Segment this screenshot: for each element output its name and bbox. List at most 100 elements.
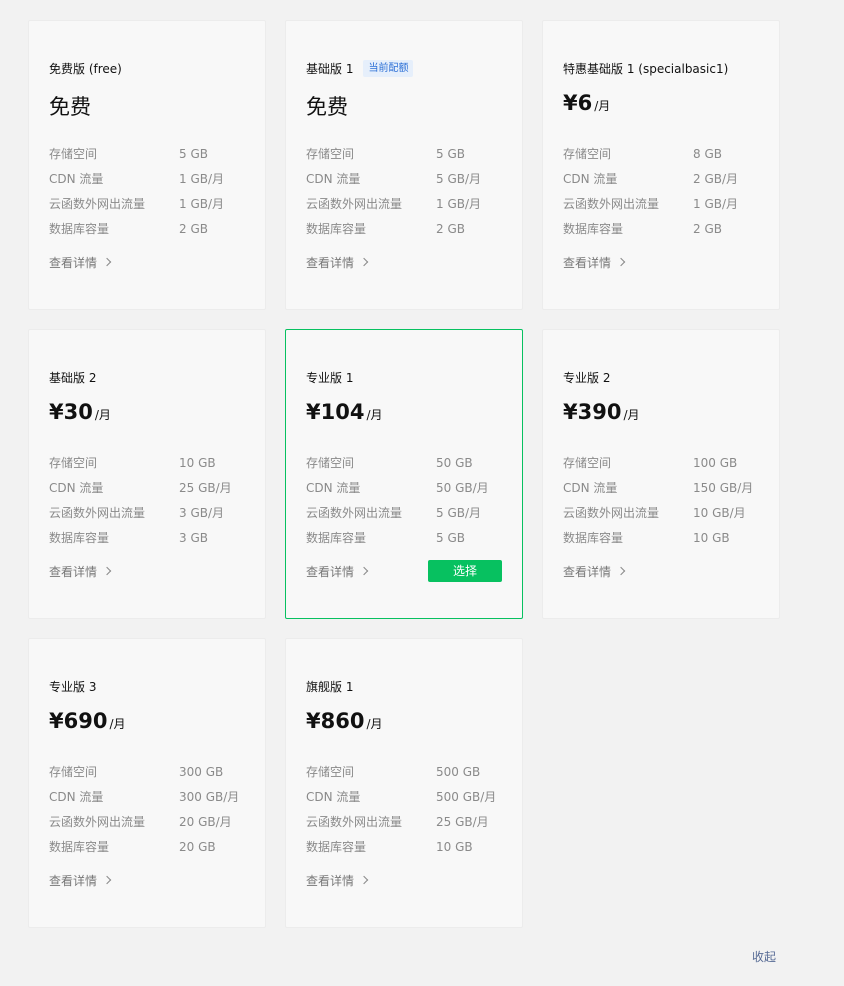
spec-label: 存储空间 <box>49 765 98 779</box>
spec-database: 数据库容量 10 GB <box>306 834 502 859</box>
plan-card-pro2[interactable]: 专业版 2 ¥390/月 存储空间 100 GB CDN 流量 150 GB/月 云… <box>542 329 780 619</box>
plan-price: ¥30 <box>49 400 93 424</box>
plan-title: 特惠基础版 1 (specialbasic1) <box>563 61 729 76</box>
plan-card-basic1[interactable]: 基础版 1 当前配额 免费 存储空间 5 GB CDN 流量 5 GB/月 云函数外网… <box>285 20 523 310</box>
plan-title: 基础版 1 <box>306 61 354 76</box>
spec-database: 数据库容量 3 GB <box>49 525 245 550</box>
plan-title: 专业版 2 <box>563 370 611 385</box>
select-plan-button[interactable]: 选择 <box>428 560 502 582</box>
plan-card-specialbasic1[interactable]: 特惠基础版 1 (specialbasic1) ¥6/月 存储空间 8 GB CD… <box>542 20 780 310</box>
spec-database: 数据库容量 2 GB <box>563 216 759 241</box>
spec-database: 数据库容量 2 GB <box>306 216 502 241</box>
plan-card-pro1[interactable]: 专业版 1 ¥104/月 存储空间 50 GB CDN 流量 50 GB/月 云函数… <box>285 329 523 619</box>
spec-cdn: CDN 流量 5 GB/月 <box>306 166 502 191</box>
plan-card-basic2[interactable]: 基础版 2 ¥30/月 存储空间 10 GB CDN 流量 25 GB/月 云函数外… <box>28 329 266 619</box>
spec-label: 数据库容量 <box>306 531 367 545</box>
spec-database: 数据库容量 5 GB <box>306 525 502 550</box>
plan-card-flagship1[interactable]: 旗舰版 1 ¥860/月 存储空间 500 GB CDN 流量 500 GB/月 云… <box>285 638 523 928</box>
spec-egress: 云函数外网出流量 1 GB/月 <box>49 191 245 216</box>
spec-cdn: CDN 流量 25 GB/月 <box>49 475 245 500</box>
spec-value: 10 GB/月 <box>693 506 746 520</box>
spec-egress: 云函数外网出流量 20 GB/月 <box>49 809 245 834</box>
chevron-right-icon <box>359 875 369 885</box>
spec-value: 3 GB/月 <box>179 506 225 520</box>
plan-price: ¥690 <box>49 709 108 733</box>
plan-price: ¥860 <box>306 709 365 733</box>
view-details-label: 查看详情 <box>563 255 612 270</box>
spec-value: 25 GB/月 <box>179 481 232 495</box>
view-details-label: 查看详情 <box>306 873 355 888</box>
view-details-link[interactable]: 查看详情 <box>49 254 112 271</box>
plan-price-unit: /月 <box>366 717 383 731</box>
plan-price-unit: /月 <box>623 408 640 422</box>
spec-label: CDN 流量 <box>306 790 361 804</box>
spec-cdn: CDN 流量 2 GB/月 <box>563 166 759 191</box>
view-details-link[interactable]: 查看详情 <box>306 872 369 889</box>
view-details-link[interactable]: 查看详情 <box>563 254 626 271</box>
spec-egress: 云函数外网出流量 5 GB/月 <box>306 500 502 525</box>
spec-storage: 存储空间 500 GB <box>306 759 502 784</box>
spec-label: CDN 流量 <box>49 790 104 804</box>
spec-storage: 存储空间 100 GB <box>563 450 759 475</box>
spec-value: 300 GB <box>179 764 224 779</box>
spec-label: CDN 流量 <box>563 481 618 495</box>
spec-value: 50 GB/月 <box>436 481 489 495</box>
spec-label: 存储空间 <box>49 456 98 470</box>
spec-label: 存储空间 <box>49 147 98 161</box>
chevron-right-icon <box>102 875 112 885</box>
spec-storage: 存储空间 10 GB <box>49 450 245 475</box>
spec-label: 数据库容量 <box>306 222 367 236</box>
spec-egress: 云函数外网出流量 1 GB/月 <box>306 191 502 216</box>
collapse-link[interactable]: 收起 <box>752 948 776 965</box>
current-quota-badge: 当前配额 <box>363 59 414 77</box>
chevron-right-icon <box>359 566 369 576</box>
view-details-link[interactable]: 查看详情 <box>306 254 369 271</box>
plan-price-unit: /月 <box>594 99 611 113</box>
spec-value: 5 GB/月 <box>436 172 482 186</box>
chevron-right-icon <box>616 566 626 576</box>
spec-database: 数据库容量 2 GB <box>49 216 245 241</box>
spec-value: 300 GB/月 <box>179 790 240 804</box>
chevron-right-icon <box>359 257 369 267</box>
spec-label: CDN 流量 <box>49 481 104 495</box>
view-details-link[interactable]: 查看详情 <box>306 563 369 580</box>
view-details-label: 查看详情 <box>49 564 98 579</box>
spec-label: 存储空间 <box>563 456 612 470</box>
spec-label: 云函数外网出流量 <box>563 197 660 211</box>
plan-card-pro3[interactable]: 专业版 3 ¥690/月 存储空间 300 GB CDN 流量 300 GB/月 云… <box>28 638 266 928</box>
view-details-label: 查看详情 <box>49 873 98 888</box>
spec-value: 10 GB <box>693 530 730 545</box>
plan-price: ¥390 <box>563 400 622 424</box>
spec-label: 存储空间 <box>306 147 355 161</box>
plan-title: 免费版 (free) <box>49 61 122 76</box>
spec-value: 1 GB/月 <box>436 197 482 211</box>
spec-value: 1 GB/月 <box>693 197 739 211</box>
spec-value: 5 GB/月 <box>436 506 482 520</box>
plan-card-free[interactable]: 免费版 (free) 免费 存储空间 5 GB CDN 流量 1 GB/月 云函数外… <box>28 20 266 310</box>
spec-value: 1 GB/月 <box>179 197 225 211</box>
spec-label: 存储空间 <box>306 456 355 470</box>
spec-value: 10 GB <box>436 839 473 854</box>
plan-title: 专业版 3 <box>49 679 97 694</box>
spec-label: 云函数外网出流量 <box>49 197 146 211</box>
plan-price: ¥104 <box>306 400 365 424</box>
spec-cdn: CDN 流量 1 GB/月 <box>49 166 245 191</box>
plan-price: 免费 <box>306 95 348 119</box>
spec-label: CDN 流量 <box>49 172 104 186</box>
spec-storage: 存储空间 300 GB <box>49 759 245 784</box>
chevron-right-icon <box>616 257 626 267</box>
view-details-link[interactable]: 查看详情 <box>563 563 626 580</box>
spec-label: 存储空间 <box>306 765 355 779</box>
chevron-right-icon <box>102 257 112 267</box>
spec-cdn: CDN 流量 50 GB/月 <box>306 475 502 500</box>
spec-database: 数据库容量 10 GB <box>563 525 759 550</box>
view-details-link[interactable]: 查看详情 <box>49 872 112 889</box>
view-details-link[interactable]: 查看详情 <box>49 563 112 580</box>
spec-egress: 云函数外网出流量 25 GB/月 <box>306 809 502 834</box>
spec-label: 数据库容量 <box>49 222 110 236</box>
view-details-label: 查看详情 <box>306 564 355 579</box>
spec-label: 数据库容量 <box>306 840 367 854</box>
spec-value: 1 GB/月 <box>179 172 225 186</box>
plan-title: 旗舰版 1 <box>306 679 354 694</box>
spec-storage: 存储空间 5 GB <box>49 141 245 166</box>
